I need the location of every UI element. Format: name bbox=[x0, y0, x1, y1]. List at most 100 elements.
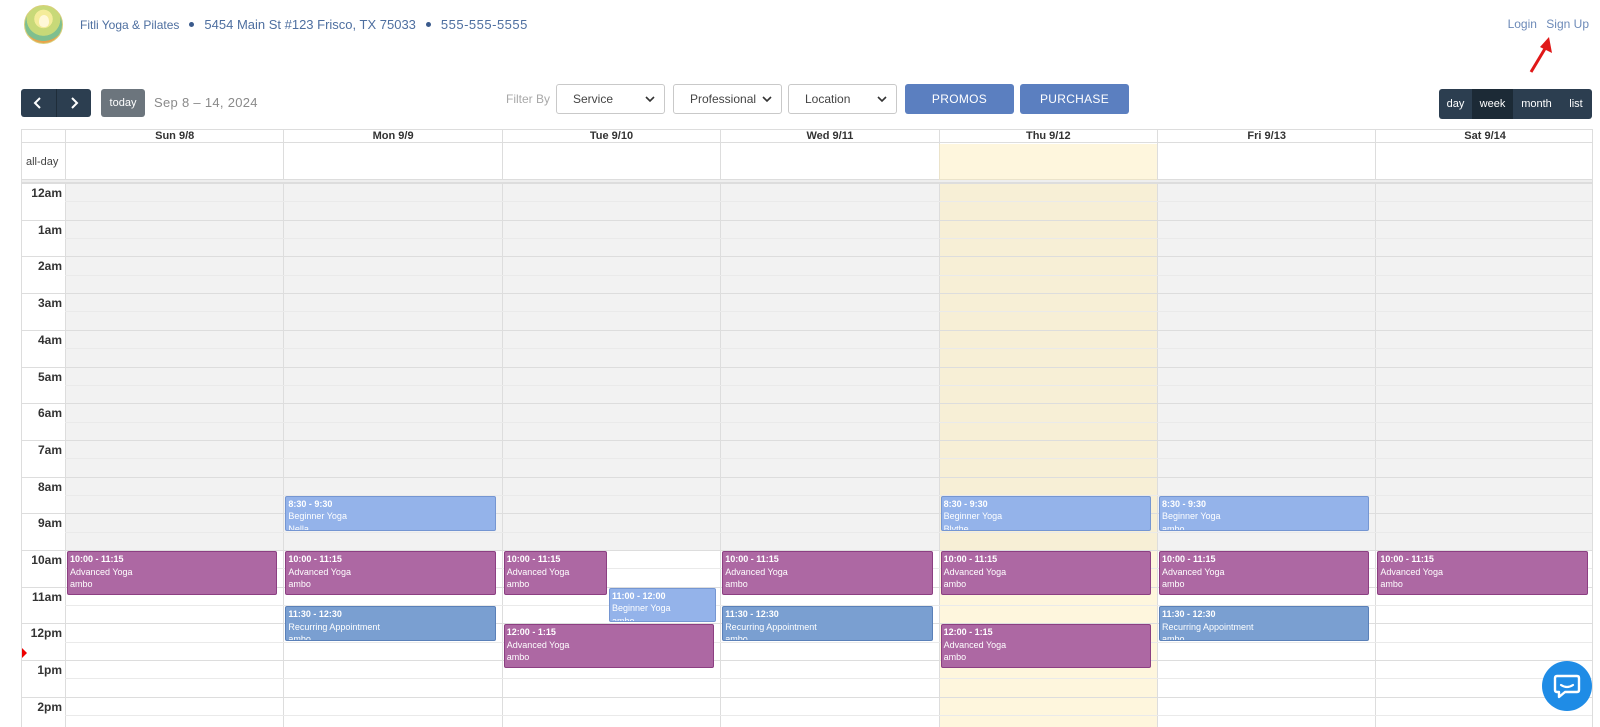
event-title: Advanced Yoga bbox=[70, 566, 133, 577]
time-label: 8am bbox=[37, 479, 62, 494]
event-staff: Nella bbox=[288, 523, 309, 531]
calendar-event[interactable]: 11:00 - 12:00 Beginner Yoga ambo bbox=[609, 587, 717, 623]
calendar-event[interactable]: 11:30 - 12:30 Recurring Appointment ambo bbox=[1159, 606, 1370, 641]
business-address: 5454 Main St #123 Frisco, TX 75033 bbox=[204, 17, 416, 32]
today-allday-highlight bbox=[938, 144, 1157, 180]
prev-week-button[interactable] bbox=[21, 89, 56, 117]
event-title: Beginner Yoga bbox=[288, 511, 347, 522]
calendar-event[interactable]: 8:30 - 9:30 Beginner Yoga Nella bbox=[285, 495, 496, 531]
time-label: 10am bbox=[31, 553, 62, 567]
day-header-row: Sun 9/8 Mon 9/9 Tue 9/10 Wed 9/11 Thu 9/12 Fr… bbox=[22, 129, 1592, 144]
day-header[interactable]: Wed 9/11 bbox=[720, 130, 938, 144]
time-label: 2am bbox=[37, 259, 62, 274]
event-time: 10:00 - 11:15 bbox=[1380, 554, 1434, 564]
day-header[interactable]: Sun 9/8 bbox=[65, 130, 283, 144]
event-time: 11:30 - 12:30 bbox=[1162, 609, 1216, 620]
event-time: 11:00 - 12:00 bbox=[612, 590, 666, 601]
day-header[interactable]: Sat 9/14 bbox=[1375, 130, 1592, 144]
chevron-down-icon bbox=[762, 96, 772, 103]
signup-link[interactable]: Sign Up bbox=[1546, 17, 1589, 31]
event-time: 10:00 - 11:15 bbox=[70, 554, 124, 564]
calendar-event[interactable]: 11:30 - 12:30 Recurring Appointment ambo bbox=[285, 606, 496, 641]
filter-label: Filter By bbox=[506, 92, 551, 106]
event-staff: ambo bbox=[1162, 634, 1185, 641]
event-title: Recurring Appointment bbox=[725, 621, 817, 632]
time-label: 12pm bbox=[30, 626, 62, 641]
event-time: 10:00 - 11:15 bbox=[943, 554, 998, 564]
day-header[interactable]: Tue 9/10 bbox=[501, 130, 720, 144]
business-info: Fitli Yoga & Pilates 5454 Main St #123 Fr… bbox=[80, 17, 528, 32]
calendar-event[interactable]: 12:00 - 1:15 Advanced Yoga ambo bbox=[503, 624, 715, 669]
date-nav bbox=[21, 89, 91, 117]
week-calendar: Sun 9/8 Mon 9/9 Tue 9/10 Wed 9/11 Thu 9/12 Fr… bbox=[21, 129, 1593, 727]
all-day-cell[interactable] bbox=[283, 144, 501, 180]
day-header[interactable]: Mon 9/9 bbox=[283, 130, 501, 144]
view-list-button[interactable]: list bbox=[1560, 89, 1592, 119]
all-day-cell[interactable] bbox=[501, 144, 720, 180]
calendar-event[interactable]: 10:00 - 11:15 Advanced Yoga ambo bbox=[722, 551, 933, 595]
service-select[interactable]: Service bbox=[556, 84, 665, 114]
event-time: 10:00 - 11:15 bbox=[506, 554, 561, 564]
view-day-button[interactable]: day bbox=[1439, 89, 1472, 119]
view-month-button[interactable]: month bbox=[1513, 89, 1560, 119]
calendar-event[interactable]: 10:00 - 11:15 Advanced Yoga ambo bbox=[503, 551, 607, 595]
day-header[interactable]: Fri 9/13 bbox=[1157, 130, 1375, 144]
event-staff: ambo bbox=[943, 652, 967, 663]
calendar-event[interactable]: 10:00 - 11:15 Advanced Yoga ambo bbox=[940, 551, 1151, 595]
time-label: 11am bbox=[31, 589, 62, 604]
event-time: 8:30 - 9:30 bbox=[288, 498, 333, 509]
studio-logo bbox=[24, 5, 63, 44]
next-week-button[interactable] bbox=[55, 89, 92, 117]
purchase-button[interactable]: PURCHASE bbox=[1020, 84, 1129, 114]
calendar-event[interactable]: 8:30 - 9:30 Beginner Yoga Blythe bbox=[940, 495, 1151, 531]
promos-button[interactable]: PROMOS bbox=[905, 84, 1014, 114]
all-day-cell[interactable] bbox=[1157, 144, 1375, 180]
chevron-right-icon bbox=[71, 97, 79, 109]
event-time: 10:00 - 11:15 bbox=[725, 554, 779, 564]
event-time: 11:30 - 12:30 bbox=[288, 609, 342, 620]
all-day-label: all-day bbox=[26, 156, 59, 168]
time-label: 12am bbox=[31, 186, 62, 200]
arrow-annotation-icon bbox=[1529, 37, 1552, 73]
calendar-event[interactable]: 11:30 - 12:30 Recurring Appointment ambo bbox=[722, 606, 933, 641]
event-staff: ambo bbox=[725, 579, 748, 589]
event-title: Recurring Appointment bbox=[288, 621, 380, 632]
calendar-event[interactable]: 10:00 - 11:15 Advanced Yoga ambo bbox=[1159, 551, 1370, 595]
event-title: Advanced Yoga bbox=[1380, 566, 1443, 577]
event-title: Beginner Yoga bbox=[1162, 511, 1221, 522]
event-staff: ambo bbox=[612, 615, 635, 623]
time-label: 1pm bbox=[37, 663, 62, 678]
all-day-row: all-day bbox=[22, 144, 1592, 180]
all-day-cell[interactable] bbox=[720, 144, 938, 180]
event-title: Recurring Appointment bbox=[1162, 621, 1254, 632]
event-staff: Blythe bbox=[943, 523, 969, 531]
calendar-event[interactable]: 10:00 - 11:15 Advanced Yoga ambo bbox=[1377, 551, 1588, 595]
view-switcher: day week month list bbox=[1439, 89, 1592, 119]
event-staff: ambo bbox=[725, 634, 748, 641]
event-title: Advanced Yoga bbox=[943, 639, 1007, 650]
calendar-event[interactable]: 10:00 - 11:15 Advanced Yoga ambo bbox=[285, 551, 496, 595]
event-title: Advanced Yoga bbox=[506, 566, 570, 577]
day-header[interactable]: Thu 9/12 bbox=[938, 130, 1157, 144]
event-title: Advanced Yoga bbox=[725, 566, 788, 577]
calendar-event[interactable]: 10:00 - 11:15 Advanced Yoga ambo bbox=[67, 551, 278, 595]
time-label: 6am bbox=[37, 406, 62, 421]
account-links: Login Sign Up bbox=[1502, 17, 1589, 31]
chevron-left-icon bbox=[33, 97, 41, 109]
event-time: 10:00 - 11:15 bbox=[288, 554, 342, 564]
event-time: 8:30 - 9:30 bbox=[943, 498, 988, 509]
time-label: 4am bbox=[37, 332, 62, 347]
location-select[interactable]: Location bbox=[788, 84, 897, 114]
professional-select[interactable]: Professional bbox=[673, 84, 782, 114]
view-week-button[interactable]: week bbox=[1472, 89, 1513, 119]
event-time: 12:00 - 1:15 bbox=[943, 627, 993, 638]
time-label: 9am bbox=[37, 516, 62, 531]
calendar-event[interactable]: 8:30 - 9:30 Beginner Yoga ambo bbox=[1159, 495, 1370, 531]
event-time: 10:00 - 11:15 bbox=[1162, 554, 1216, 564]
all-day-cell[interactable] bbox=[1375, 144, 1592, 180]
calendar-event[interactable]: 12:00 - 1:15 Advanced Yoga ambo bbox=[940, 624, 1151, 669]
chat-button[interactable] bbox=[1542, 661, 1592, 711]
today-button[interactable]: today bbox=[101, 89, 145, 117]
login-link[interactable]: Login bbox=[1508, 17, 1537, 31]
all-day-cell[interactable] bbox=[65, 144, 283, 180]
